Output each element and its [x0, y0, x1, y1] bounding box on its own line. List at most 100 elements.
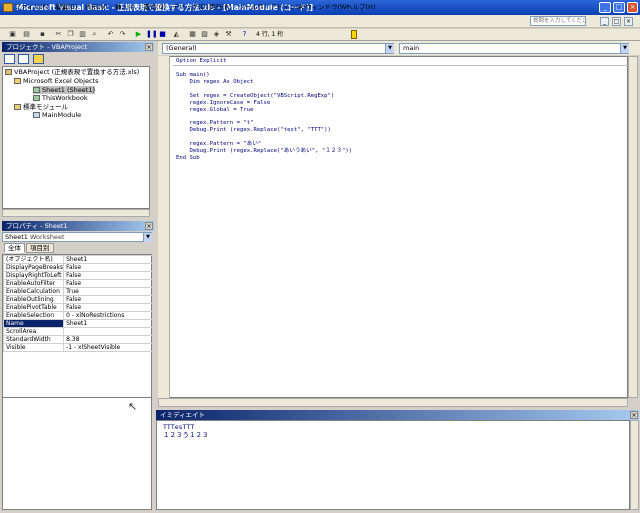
menu-file[interactable]: ファイル(F) — [14, 2, 49, 12]
property-key: Visible — [2, 343, 65, 352]
sheet-icon — [33, 87, 40, 93]
paste-icon[interactable]: ▥ — [78, 30, 87, 39]
properties-window-icon[interactable]: ▧ — [200, 30, 209, 39]
chevron-down-icon[interactable]: ▼ — [385, 44, 394, 53]
menu-addins[interactable]: アドイン(A) — [270, 2, 306, 12]
break-icon[interactable]: ❚❚ — [146, 30, 158, 39]
menu-run[interactable]: 実行(R) — [209, 2, 232, 12]
property-value[interactable]: False — [63, 303, 153, 312]
tree-item-excel-objects[interactable]: Microsoft Excel Objects — [14, 77, 99, 85]
code-hscrollbar[interactable] — [158, 398, 628, 407]
cut-icon[interactable]: ✂ — [54, 30, 63, 39]
object-browser-icon[interactable]: ◈ — [212, 30, 221, 39]
close-button[interactable]: × — [627, 2, 638, 13]
property-row[interactable]: DisplayPageBreaks False — [2, 263, 153, 272]
toggle-folders-icon[interactable] — [33, 54, 44, 64]
property-row[interactable]: ScrollArea — [2, 327, 153, 336]
properties-close-icon[interactable]: × — [145, 222, 153, 230]
property-key: EnableSelection — [2, 311, 65, 320]
property-key: (オブジェクト名) — [2, 255, 65, 264]
tree-item-vbaproject[interactable]: VBAProject (正規表現で置換する方法.xls) — [5, 68, 139, 76]
property-row[interactable]: Visible -1 - xlSheetVisible — [2, 343, 153, 352]
property-value[interactable]: False — [63, 295, 153, 304]
run-icon[interactable]: ▶ — [134, 30, 143, 39]
property-row[interactable]: Name Sheet1 — [2, 319, 153, 328]
property-value[interactable]: False — [63, 271, 153, 280]
code-line: Debug.Print (regex.Replace("test", "TTT"… — [176, 127, 331, 134]
immediate-window[interactable] — [156, 420, 630, 510]
menu-view[interactable]: 表示(V) — [85, 2, 108, 12]
property-value[interactable]: 0 - xlNoRestrictions — [63, 311, 153, 320]
property-row[interactable]: EnableAutoFilter False — [2, 279, 153, 288]
mdi-restore-button[interactable]: □ — [612, 17, 621, 26]
code-vscrollbar[interactable] — [628, 56, 638, 398]
property-value[interactable] — [63, 327, 153, 336]
property-key: EnableAutoFilter — [2, 279, 65, 288]
code-margin[interactable] — [158, 56, 170, 398]
menu-format[interactable]: 書式(O) — [143, 2, 166, 12]
code-line: regex.Pattern = "あい" — [176, 141, 262, 147]
property-row[interactable]: StandardWidth 8.38 — [2, 335, 153, 344]
menu-edit[interactable]: 編集(E) — [55, 2, 77, 12]
declaration-line: Option Explicit — [176, 58, 227, 64]
menu-window[interactable]: ウィンドウ(W) — [305, 2, 349, 12]
project-pane-title: プロジェクト - VBAProject — [2, 42, 154, 52]
property-row[interactable]: EnableSelection 0 - xlNoRestrictions — [2, 311, 153, 320]
view-code-icon[interactable] — [4, 54, 15, 64]
maximize-button[interactable]: □ — [613, 2, 625, 13]
property-key: Name — [2, 319, 65, 328]
property-value[interactable]: False — [63, 279, 153, 288]
project-close-icon[interactable]: × — [145, 43, 153, 51]
tree-item-modules[interactable]: 標準モジュール — [14, 103, 68, 111]
property-value[interactable]: 8.38 — [63, 335, 153, 344]
property-row[interactable]: DisplayRightToLeft False — [2, 271, 153, 280]
immediate-close-icon[interactable]: × — [630, 411, 638, 419]
view-object-icon[interactable] — [18, 54, 29, 64]
properties-pane-title: プロパティ - Sheet1 — [2, 221, 154, 231]
menu-help[interactable]: ヘルプ(H) — [346, 2, 375, 12]
property-value[interactable]: Sheet1 — [63, 255, 153, 264]
reset-icon[interactable]: ■ — [158, 30, 167, 39]
design-mode-icon[interactable]: ◭ — [172, 30, 181, 39]
tab-alphabetic[interactable]: 全体 — [4, 243, 25, 253]
procedure-dropdown[interactable]: main — [399, 43, 629, 54]
save-icon[interactable]: ▪ — [38, 30, 47, 39]
module-icon — [33, 112, 40, 118]
property-value[interactable]: -1 - xlSheetVisible — [63, 343, 153, 352]
help-search-input[interactable]: 質問を入力してください — [530, 16, 586, 26]
menu-debug[interactable]: デバッグ(D) — [172, 2, 208, 12]
find-icon[interactable]: ⌕ — [90, 30, 99, 39]
property-row[interactable]: EnableOutlining False — [2, 295, 153, 304]
object-dropdown[interactable]: (General) — [162, 43, 394, 54]
chevron-down-icon[interactable]: ▼ — [143, 233, 152, 242]
redo-icon[interactable]: ↷ — [118, 30, 127, 39]
property-value[interactable]: Sheet1 — [63, 319, 153, 328]
tab-categorized[interactable]: 項目別 — [26, 243, 54, 253]
chevron-down-icon[interactable]: ▼ — [620, 44, 629, 53]
property-value[interactable]: False — [63, 263, 153, 272]
mdi-minimize-button[interactable]: _ — [600, 17, 609, 26]
project-explorer-icon[interactable]: ▦ — [188, 30, 197, 39]
mouse-cursor-icon: ↖ — [128, 400, 138, 413]
project-hscrollbar[interactable] — [2, 209, 150, 217]
menu-tools[interactable]: ツール(T) — [238, 2, 267, 12]
tree-item-mainmodule[interactable]: MainModule — [33, 111, 81, 119]
property-row[interactable]: (オブジェクト名) Sheet1 — [2, 255, 153, 264]
property-value[interactable]: True — [63, 287, 153, 296]
property-row[interactable]: EnablePivotTable False — [2, 303, 153, 312]
insert-module-icon[interactable]: ▤ — [22, 30, 31, 39]
tree-item-thisworkbook[interactable]: ThisWorkbook — [33, 94, 88, 102]
minimize-button[interactable]: _ — [599, 2, 611, 13]
help-icon[interactable]: ? — [240, 30, 249, 39]
mdi-close-button[interactable]: × — [624, 17, 633, 26]
menu-insert[interactable]: 挿入(I) — [115, 2, 135, 12]
object-select[interactable]: Sheet1 Worksheet — [2, 232, 152, 242]
tree-item-sheet1[interactable]: Sheet1 (Sheet1) — [33, 86, 95, 94]
excel-view-icon[interactable]: ▣ — [8, 30, 17, 39]
immediate-vscrollbar[interactable] — [630, 420, 639, 510]
toolbox-icon[interactable]: ⚒ — [224, 30, 233, 39]
undo-icon[interactable]: ↶ — [106, 30, 115, 39]
copy-icon[interactable]: ❐ — [66, 30, 75, 39]
property-row[interactable]: EnableCalculation True — [2, 287, 153, 296]
toolbar-options-icon[interactable] — [351, 30, 357, 39]
